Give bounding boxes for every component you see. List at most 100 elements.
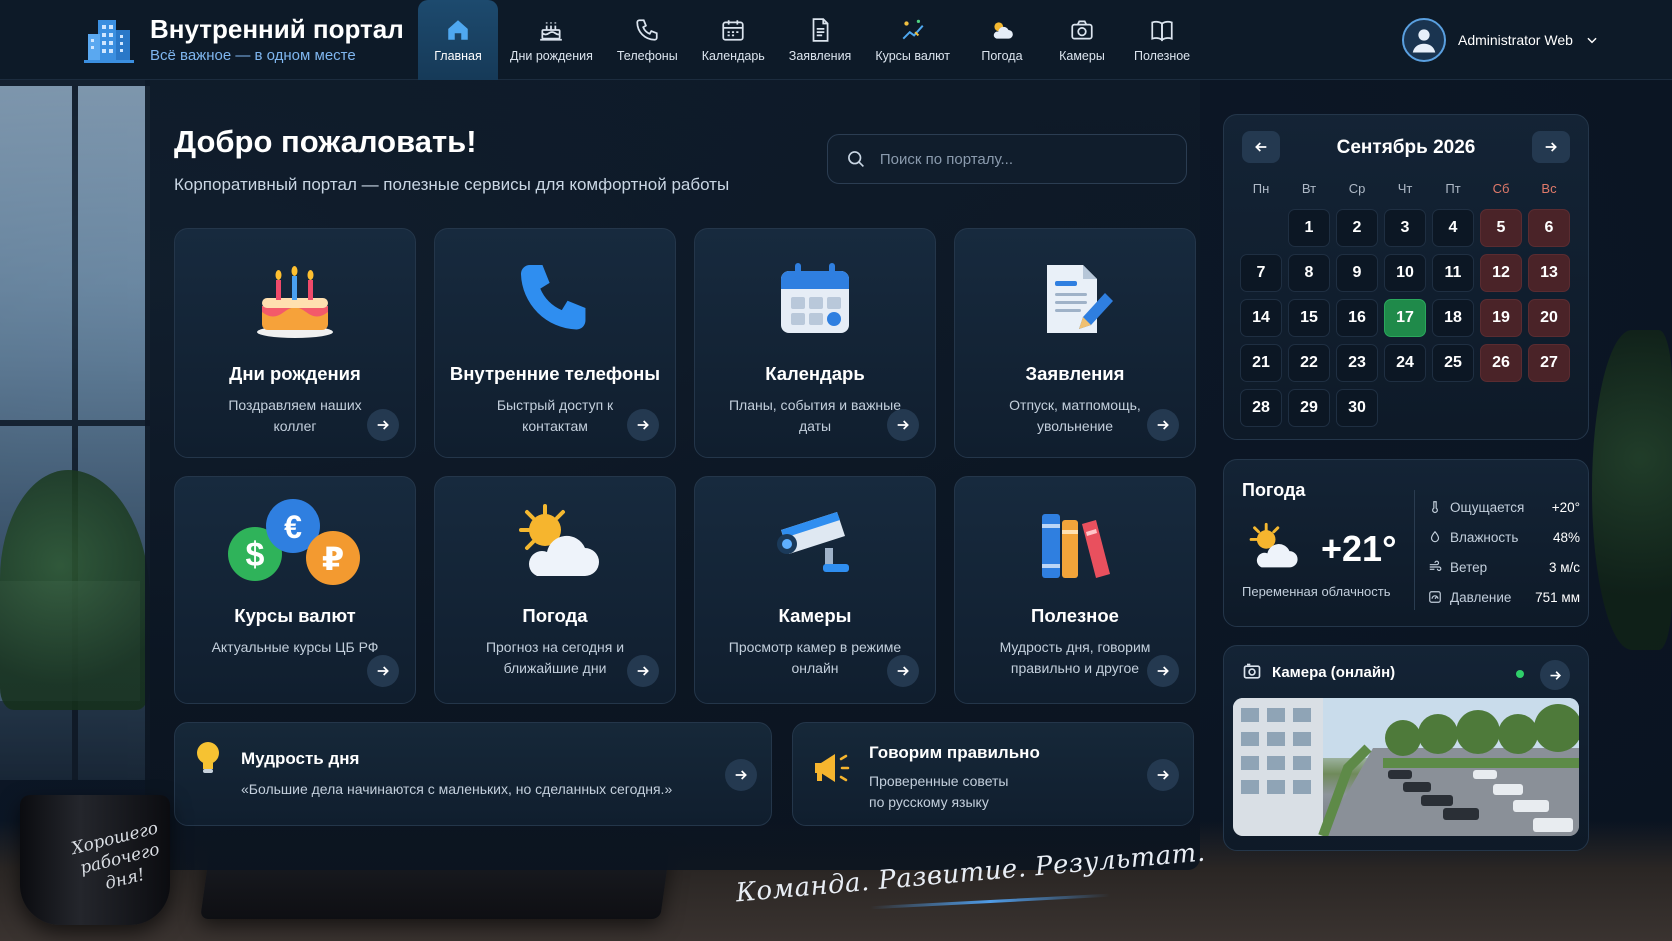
building-logo-icon[interactable]	[84, 16, 134, 64]
card-calendar[interactable]: Календарь Планы, события и важные даты	[694, 228, 936, 458]
calendar-day[interactable]: 22	[1288, 344, 1330, 382]
calendar-day[interactable]: 10	[1384, 254, 1426, 292]
card-open-button[interactable]	[1147, 655, 1179, 687]
user-menu[interactable]: Administrator Web	[1402, 18, 1599, 62]
weekday-label: Пн	[1252, 181, 1270, 196]
birthday-cake-icon	[257, 266, 333, 338]
calendar-day[interactable]: 20	[1528, 299, 1570, 337]
calendar-day[interactable]: 5	[1480, 209, 1522, 247]
calendar-day[interactable]: 29	[1288, 389, 1330, 427]
card-weather[interactable]: Погода Прогноз на сегодня и ближайшие дн…	[434, 476, 676, 704]
calendar-day[interactable]: 6	[1528, 209, 1570, 247]
calendar-day[interactable]: 8	[1288, 254, 1330, 292]
card-title: Календарь	[765, 363, 865, 384]
nav-weather[interactable]: Погода	[962, 0, 1042, 80]
card-cameras[interactable]: Камеры Просмотр камер в режиме онлайн	[694, 476, 936, 704]
card-title: Курсы валют	[234, 605, 356, 626]
nav-label: Курсы валют	[875, 49, 950, 63]
weather-label: Давление	[1450, 589, 1512, 605]
wisdom-of-day-card[interactable]: Мудрость дня «Большие дела начинаются с …	[174, 722, 772, 826]
card-open-button[interactable]	[367, 409, 399, 441]
calendar-day[interactable]: 24	[1384, 344, 1426, 382]
top-navigation-bar: Внутренний портал Всё важное — в одном м…	[0, 0, 1672, 80]
card-open-button[interactable]	[627, 409, 659, 441]
card-useful[interactable]: Полезное Мудрость дня, говорим правильно…	[954, 476, 1196, 704]
speak-open-button[interactable]	[1147, 759, 1179, 791]
avatar[interactable]	[1402, 18, 1446, 62]
calendar-empty-cell	[1240, 209, 1282, 247]
calendar-day[interactable]: 27	[1528, 344, 1570, 382]
card-title: Полезное	[1031, 605, 1119, 626]
nav-label: Телефоны	[616, 49, 678, 63]
card-currency[interactable]: $ € ₽ Курсы валют Актуальные курсы ЦБ РФ	[174, 476, 416, 704]
nav-label: Дни рождения	[510, 49, 593, 63]
speak-correctly-card[interactable]: Говорим правильно Проверенные советы по …	[792, 722, 1194, 826]
camera-widget[interactable]: Камера (онлайн)	[1223, 645, 1589, 851]
arrow-right-icon	[377, 666, 389, 676]
calendar-day[interactable]: 18	[1432, 299, 1474, 337]
nav-currency[interactable]: Курсы валют	[863, 0, 962, 80]
portal-subtitle: Всё важное — в одном месте	[150, 47, 356, 64]
camera-open-button[interactable]	[1540, 660, 1570, 690]
card-description: Прогноз на сегодня и ближайшие дни	[485, 639, 625, 676]
card-open-button[interactable]	[627, 655, 659, 687]
weather-title: Погода	[1242, 480, 1306, 500]
nav-label: Главная	[434, 49, 482, 63]
weather-widget[interactable]: Погода +21° Переменная облачность Ощущае…	[1223, 459, 1589, 627]
weather-description: Переменная облачность	[1242, 584, 1391, 599]
calendar-day[interactable]: 16	[1336, 299, 1378, 337]
calendar-day[interactable]: 28	[1240, 389, 1282, 427]
calendar-day[interactable]: 19	[1480, 299, 1522, 337]
sun-cloud-icon	[1249, 522, 1298, 568]
nav-calendar[interactable]: Календарь	[690, 0, 777, 80]
arrow-right-icon	[897, 420, 909, 430]
card-open-button[interactable]	[887, 409, 919, 441]
nav-cameras[interactable]: Камеры	[1042, 0, 1122, 80]
calendar-day[interactable]: 11	[1432, 254, 1474, 292]
calendar-day-today[interactable]: 17	[1384, 299, 1426, 337]
calendar-day[interactable]: 7	[1240, 254, 1282, 292]
page-title: Добро пожаловать!	[174, 124, 477, 159]
calendar-day[interactable]: 26	[1480, 344, 1522, 382]
nav-phones[interactable]: Телефоны	[605, 0, 690, 80]
nav-birthdays[interactable]: Дни рождения	[498, 0, 605, 80]
card-birthdays[interactable]: Дни рождения Поздравляем наших коллег	[174, 228, 416, 458]
calendar-day[interactable]: 9	[1336, 254, 1378, 292]
currency-coins-icon: $ € ₽	[228, 499, 360, 585]
calendar-day[interactable]: 12	[1480, 254, 1522, 292]
wisdom-open-button[interactable]	[725, 759, 757, 791]
arrow-right-icon	[1545, 142, 1557, 152]
card-open-button[interactable]	[367, 655, 399, 687]
weather-row-humidity: Влажность 48%	[1428, 522, 1580, 552]
card-applications[interactable]: Заявления Отпуск, матпомощь, увольнение	[954, 228, 1196, 458]
nav-label: Погода	[981, 49, 1023, 63]
nav-useful[interactable]: Полезное	[1122, 0, 1202, 80]
nav-applications[interactable]: Заявления	[777, 0, 864, 80]
calendar-day[interactable]: 13	[1528, 254, 1570, 292]
search-box[interactable]	[827, 134, 1187, 184]
arrow-right-icon	[637, 666, 649, 676]
calendar-day[interactable]: 25	[1432, 344, 1474, 382]
calendar-day[interactable]: 23	[1336, 344, 1378, 382]
calendar-day[interactable]: 4	[1432, 209, 1474, 247]
weather-row-wind: Ветер 3 м/с	[1428, 552, 1580, 582]
weather-divider	[1414, 490, 1415, 610]
chevron-down-icon[interactable]	[1585, 33, 1599, 47]
nav-home[interactable]: Главная	[418, 0, 498, 80]
svg-text:€: €	[284, 509, 302, 545]
calendar-day[interactable]: 14	[1240, 299, 1282, 337]
card-open-button[interactable]	[1147, 409, 1179, 441]
card-open-button[interactable]	[887, 655, 919, 687]
calendar-day[interactable]: 1	[1288, 209, 1330, 247]
calendar-day[interactable]: 21	[1240, 344, 1282, 382]
camera-title: Камера (онлайн)	[1272, 664, 1396, 681]
card-phones[interactable]: Внутренние телефоны Быстрый доступ к кон…	[434, 228, 676, 458]
camera-preview-image[interactable]	[1233, 698, 1579, 836]
calendar-day[interactable]: 30	[1336, 389, 1378, 427]
weather-label: Ветер	[1450, 559, 1488, 575]
calendar-next-button[interactable]	[1532, 131, 1570, 163]
search-input[interactable]	[879, 150, 1168, 168]
calendar-day[interactable]: 2	[1336, 209, 1378, 247]
calendar-day[interactable]: 15	[1288, 299, 1330, 337]
calendar-day[interactable]: 3	[1384, 209, 1426, 247]
